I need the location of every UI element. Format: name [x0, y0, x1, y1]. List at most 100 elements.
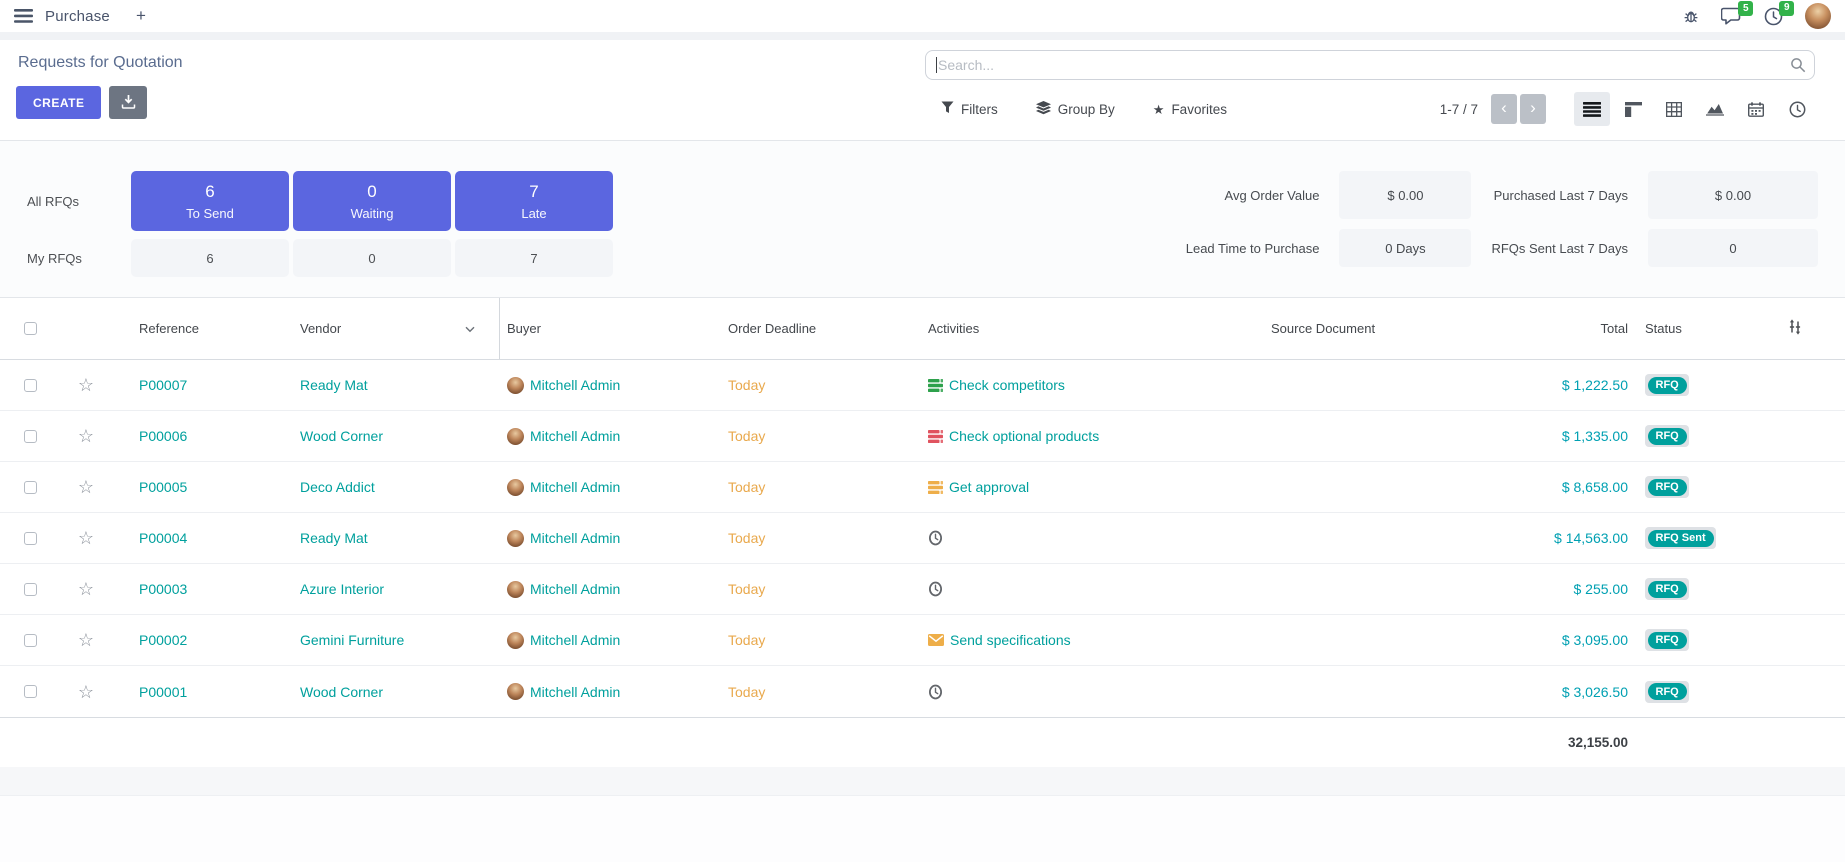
- buyer-link[interactable]: Mitchell Admin: [530, 581, 620, 597]
- favorite-star-icon[interactable]: ☆: [78, 478, 94, 496]
- optional-columns-icon[interactable]: [1787, 319, 1803, 338]
- reference-link[interactable]: P00007: [139, 377, 187, 393]
- table-row[interactable]: ☆ P00006 Wood Corner Mitchell Admin Toda…: [0, 411, 1845, 462]
- activities-clock-icon[interactable]: 9: [1764, 7, 1783, 26]
- export-button[interactable]: [109, 86, 147, 119]
- row-checkbox[interactable]: [24, 634, 37, 647]
- activity-label[interactable]: Get approval: [949, 479, 1029, 495]
- messages-icon[interactable]: 5: [1721, 7, 1742, 25]
- vendor-link[interactable]: Ready Mat: [300, 377, 368, 393]
- buyer-link[interactable]: Mitchell Admin: [530, 479, 620, 495]
- kpi-card-waiting[interactable]: 0 Waiting: [293, 171, 451, 231]
- activity-view-button[interactable]: [1779, 92, 1815, 126]
- filters-button[interactable]: Filters: [941, 101, 998, 117]
- reference-link[interactable]: P00004: [139, 530, 187, 546]
- favorite-star-icon[interactable]: ☆: [78, 529, 94, 547]
- create-button[interactable]: CREATE: [16, 86, 101, 119]
- status-badge-text: RFQ: [1648, 377, 1687, 394]
- lead-time-label: Lead Time to Purchase: [1186, 241, 1320, 256]
- reference-link[interactable]: P00001: [139, 684, 187, 700]
- table-row[interactable]: ☆ P00001 Wood Corner Mitchell Admin Toda…: [0, 666, 1845, 717]
- activity-label[interactable]: Check competitors: [949, 377, 1065, 393]
- kanban-view-button[interactable]: [1615, 92, 1651, 126]
- header-buyer[interactable]: Buyer: [500, 298, 722, 359]
- pivot-view-button[interactable]: [1656, 92, 1692, 126]
- favorite-star-icon[interactable]: ☆: [78, 683, 94, 701]
- pager-next-button[interactable]: ›: [1520, 94, 1546, 124]
- buyer-link[interactable]: Mitchell Admin: [530, 530, 620, 546]
- buyer-link[interactable]: Mitchell Admin: [530, 632, 620, 648]
- activity-label[interactable]: Check optional products: [949, 428, 1099, 444]
- vendor-link[interactable]: Wood Corner: [300, 684, 383, 700]
- order-deadline-value: Today: [728, 530, 765, 546]
- my-to-send-count[interactable]: 6: [131, 239, 289, 277]
- group-by-button[interactable]: Group By: [1036, 101, 1115, 118]
- my-waiting-count[interactable]: 0: [293, 239, 451, 277]
- favorite-star-icon[interactable]: ☆: [78, 376, 94, 394]
- vendor-link[interactable]: Azure Interior: [300, 581, 384, 597]
- order-deadline-value: Today: [728, 428, 765, 444]
- calendar-view-button[interactable]: [1738, 92, 1774, 126]
- favorite-star-icon[interactable]: ☆: [78, 631, 94, 649]
- tasks-orange-icon[interactable]: [928, 481, 943, 494]
- avg-order-value: $ 0.00: [1339, 171, 1471, 219]
- buyer-link[interactable]: Mitchell Admin: [530, 377, 620, 393]
- pager-prev-button[interactable]: ‹: [1491, 94, 1517, 124]
- lead-time-value: 0 Days: [1339, 229, 1471, 267]
- activity-label[interactable]: Send specifications: [950, 632, 1071, 648]
- row-checkbox[interactable]: [24, 685, 37, 698]
- table-row[interactable]: ☆ P00004 Ready Mat Mitchell Admin Today …: [0, 513, 1845, 564]
- buyer-link[interactable]: Mitchell Admin: [530, 428, 620, 444]
- menu-icon[interactable]: [14, 9, 33, 23]
- reference-link[interactable]: P00006: [139, 428, 187, 444]
- clock-icon[interactable]: [928, 684, 943, 700]
- vendor-link[interactable]: Gemini Furniture: [300, 632, 404, 648]
- tasks-red-icon[interactable]: [928, 430, 943, 443]
- kpi-card-to-send[interactable]: 6 To Send: [131, 171, 289, 231]
- buyer-link[interactable]: Mitchell Admin: [530, 684, 620, 700]
- new-tab-button[interactable]: +: [136, 6, 146, 26]
- favorites-button[interactable]: ★ Favorites: [1153, 102, 1227, 117]
- search-icon[interactable]: [1790, 57, 1806, 78]
- graph-view-button[interactable]: [1697, 92, 1733, 126]
- kpi-card-late[interactable]: 7 Late: [455, 171, 613, 231]
- app-menu-title[interactable]: Purchase: [45, 8, 110, 25]
- row-total: $ 255.00: [1574, 581, 1629, 597]
- vendor-link[interactable]: Wood Corner: [300, 428, 383, 444]
- vendor-link[interactable]: Deco Addict: [300, 479, 375, 495]
- row-checkbox[interactable]: [24, 481, 37, 494]
- user-avatar[interactable]: [1805, 3, 1831, 29]
- header-order-deadline[interactable]: Order Deadline: [722, 298, 920, 359]
- vendor-link[interactable]: Ready Mat: [300, 530, 368, 546]
- list-view-button[interactable]: [1574, 92, 1610, 126]
- header-status[interactable]: Status: [1635, 298, 1750, 359]
- select-all-checkbox[interactable]: [24, 322, 37, 335]
- reference-link[interactable]: P00005: [139, 479, 187, 495]
- tasks-green-icon[interactable]: [928, 379, 943, 392]
- my-late-count[interactable]: 7: [455, 239, 613, 277]
- table-row[interactable]: ☆ P00003 Azure Interior Mitchell Admin T…: [0, 564, 1845, 615]
- row-checkbox[interactable]: [24, 430, 37, 443]
- table-row[interactable]: ☆ P00007 Ready Mat Mitchell Admin Today …: [0, 360, 1845, 411]
- header-total[interactable]: Total: [1440, 298, 1635, 359]
- row-checkbox[interactable]: [24, 583, 37, 596]
- header-activities[interactable]: Activities: [920, 298, 1255, 359]
- row-checkbox[interactable]: [24, 379, 37, 392]
- clock-icon[interactable]: [928, 530, 943, 546]
- table-row[interactable]: ☆ P00002 Gemini Furniture Mitchell Admin…: [0, 615, 1845, 666]
- search-input[interactable]: [925, 50, 1815, 80]
- header-source-document[interactable]: Source Document: [1255, 298, 1440, 359]
- source-document-value: [1255, 462, 1440, 512]
- favorite-star-icon[interactable]: ☆: [78, 427, 94, 445]
- header-vendor[interactable]: Vendor: [290, 298, 500, 359]
- reference-link[interactable]: P00002: [139, 632, 187, 648]
- reference-link[interactable]: P00003: [139, 581, 187, 597]
- table-row[interactable]: ☆ P00005 Deco Addict Mitchell Admin Toda…: [0, 462, 1845, 513]
- header-reference[interactable]: Reference: [110, 298, 290, 359]
- favorite-star-icon[interactable]: ☆: [78, 580, 94, 598]
- source-document-value: [1255, 666, 1440, 717]
- row-checkbox[interactable]: [24, 532, 37, 545]
- clock-icon[interactable]: [928, 581, 943, 597]
- bug-icon[interactable]: [1683, 8, 1699, 24]
- envelope-icon[interactable]: [928, 634, 944, 646]
